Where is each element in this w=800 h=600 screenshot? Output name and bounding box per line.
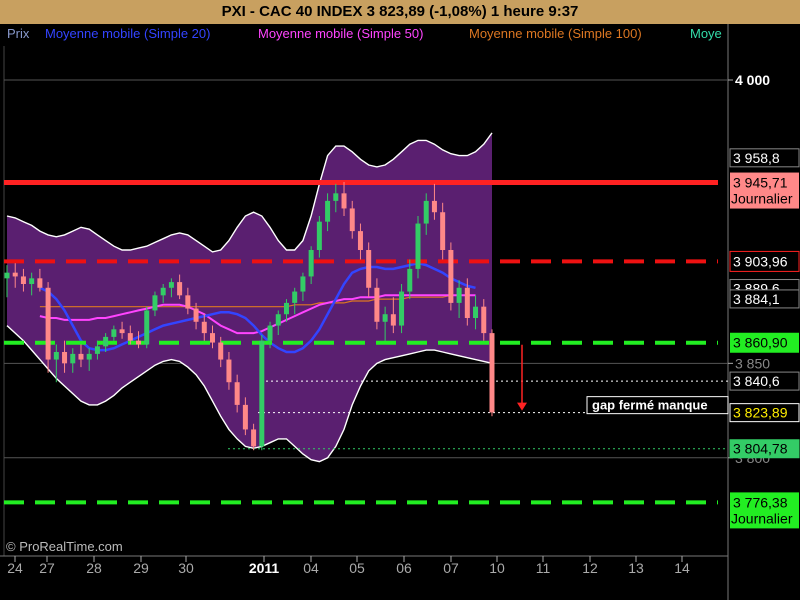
candle-body — [292, 291, 298, 303]
legend-item: Prix — [7, 26, 30, 41]
x-tick-label: 28 — [86, 560, 102, 576]
x-tick-label: 04 — [303, 560, 319, 576]
candle-body — [12, 272, 18, 277]
legend-item: Moye — [690, 26, 722, 41]
candle-body — [489, 333, 495, 413]
candle-body — [456, 287, 462, 303]
candle-body — [201, 321, 207, 334]
price-level-sublabel: Journalier — [731, 191, 793, 207]
legend-item: Moyenne mobile (Simple 50) — [258, 26, 423, 41]
candle-body — [481, 306, 487, 334]
candle-body — [283, 302, 289, 315]
candle-body — [70, 353, 76, 364]
candle-body — [86, 353, 92, 360]
price-level-label-text: 3 945,71 — [733, 175, 788, 191]
x-tick-label: 12 — [582, 560, 598, 576]
price-level-label-text: 3 860,90 — [733, 335, 788, 351]
candle-body — [193, 308, 199, 322]
candle-body — [4, 272, 10, 279]
candle-body — [325, 200, 331, 222]
candle-body — [226, 359, 232, 383]
x-tick-label: 27 — [39, 560, 55, 576]
candle-body — [37, 278, 43, 288]
price-level-label-text: 3 903,96 — [733, 253, 788, 269]
candle-body — [210, 333, 215, 343]
candle-body — [144, 310, 150, 345]
indicator-label-text: 3 884,1 — [733, 291, 780, 307]
candle-body — [423, 200, 429, 224]
x-tick-label: 11 — [536, 560, 551, 576]
candle-body — [464, 287, 470, 318]
gap-note-text: gap fermé manque — [592, 398, 708, 413]
candle-body — [111, 329, 117, 337]
x-tick-label: 05 — [349, 560, 365, 576]
candle-body — [357, 231, 363, 250]
candle-body — [333, 193, 339, 201]
candle-body — [119, 329, 125, 334]
legend: Prix Moyenne mobile (Simple 20) Moyenne mo… — [7, 26, 722, 41]
candle-body — [94, 346, 100, 354]
x-tick-label: 30 — [178, 560, 194, 576]
watermark-text: © ProRealTime.com — [6, 539, 123, 554]
candle-body — [136, 340, 142, 345]
candle-body — [29, 278, 35, 284]
candle-body — [407, 268, 413, 292]
indicator-label-text: 3 840,6 — [733, 373, 780, 389]
candle-body — [308, 250, 314, 277]
candle-body — [234, 382, 240, 405]
x-tick-label: 29 — [133, 560, 149, 576]
candle-body — [349, 208, 355, 232]
candle-body — [374, 287, 380, 322]
x-tick-label: 06 — [396, 560, 412, 576]
candle-body — [440, 212, 446, 250]
candle-body — [78, 353, 84, 360]
candle-body — [242, 404, 248, 430]
candle-body — [448, 250, 454, 303]
x-tick-label: 24 — [7, 560, 23, 576]
indicator-label-text: 3 823,89 — [733, 405, 788, 421]
candle-body — [415, 223, 421, 269]
candle-body — [177, 282, 183, 296]
candle-body — [152, 295, 158, 311]
candle-body — [390, 314, 396, 326]
candle-body — [316, 221, 322, 250]
legend-item: Moyenne mobile (Simple 20) — [45, 26, 210, 41]
y-tick-label: 3 850 — [735, 355, 770, 371]
candle-body — [168, 282, 174, 288]
candle-body — [300, 276, 306, 292]
chart-canvas[interactable]: Prix Moyenne mobile (Simple 20) Moyenne mo… — [0, 0, 800, 600]
price-level-sublabel: Journalier — [731, 510, 793, 526]
candle-body — [259, 340, 265, 447]
candle-body — [341, 193, 347, 209]
candle-body — [366, 250, 372, 288]
price-level-label-text: 3 776,38 — [733, 494, 788, 510]
indicator-label-text: 3 804,78 — [733, 441, 788, 457]
candle-body — [473, 306, 479, 318]
y-tick-label: 4 000 — [735, 72, 770, 88]
candle-body — [45, 287, 51, 360]
candle-body — [399, 291, 405, 326]
candle-body — [382, 314, 388, 322]
x-tick-label: 10 — [489, 560, 505, 576]
gap-note: gap fermé manque — [586, 396, 729, 415]
x-tick-label: 14 — [674, 560, 690, 576]
candle-body — [185, 295, 191, 309]
candle-body — [127, 333, 133, 341]
candle-body — [275, 314, 281, 326]
candle-body — [267, 325, 273, 341]
x-tick-label: 13 — [628, 560, 644, 576]
legend-item: Moyenne mobile (Simple 100) — [469, 26, 642, 41]
candle-body — [218, 342, 224, 360]
candle-body — [431, 200, 437, 213]
indicator-label-text: 3 958,8 — [733, 150, 780, 166]
candle-body — [103, 336, 109, 347]
x-tick-label: 07 — [443, 560, 459, 576]
x-tick-label: 2011 — [249, 560, 280, 576]
candle-body — [62, 352, 68, 364]
candle-body — [53, 352, 59, 360]
candle-body — [160, 287, 166, 296]
candle-body — [251, 429, 257, 447]
candle-body — [20, 276, 26, 284]
